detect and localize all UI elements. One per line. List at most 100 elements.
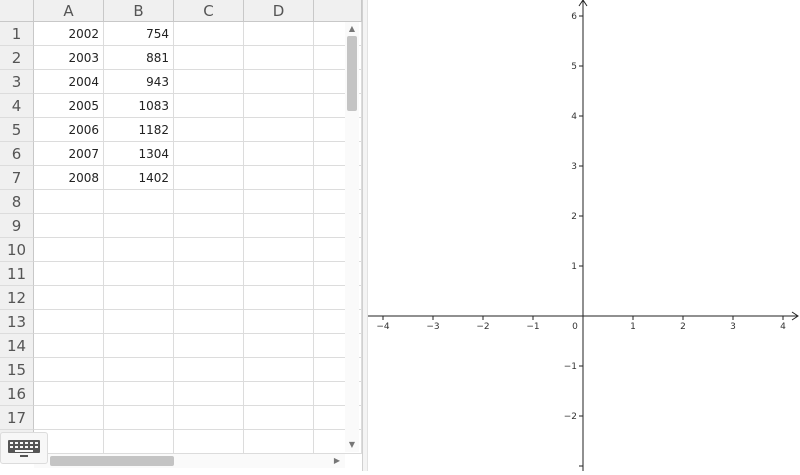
cell-c18[interactable]	[174, 430, 244, 454]
cell-a1[interactable]: 2002	[34, 22, 104, 46]
cell-c14[interactable]	[174, 334, 244, 358]
cell-c2[interactable]	[174, 46, 244, 70]
cell-c15[interactable]	[174, 358, 244, 382]
cell-d14[interactable]	[244, 334, 314, 358]
column-header-d[interactable]: D	[244, 0, 314, 22]
cell-b4[interactable]: 1083	[104, 94, 174, 118]
cell-b16[interactable]	[104, 382, 174, 406]
row-header-10[interactable]: 10	[0, 238, 34, 262]
cell-a3[interactable]: 2004	[34, 70, 104, 94]
cell-d10[interactable]	[244, 238, 314, 262]
row-header-15[interactable]: 15	[0, 358, 34, 382]
row-header-9[interactable]: 9	[0, 214, 34, 238]
cell-b15[interactable]	[104, 358, 174, 382]
cell-b1[interactable]: 754	[104, 22, 174, 46]
cell-a13[interactable]	[34, 310, 104, 334]
cell-d6[interactable]	[244, 142, 314, 166]
cell-b11[interactable]	[104, 262, 174, 286]
row-header-2[interactable]: 2	[0, 46, 34, 70]
cell-c13[interactable]	[174, 310, 244, 334]
cell-c9[interactable]	[174, 214, 244, 238]
cell-d12[interactable]	[244, 286, 314, 310]
cell-d2[interactable]	[244, 46, 314, 70]
horizontal-scrollbar[interactable]: ▶	[34, 454, 345, 468]
horizontal-scroll-thumb[interactable]	[50, 456, 174, 466]
row-header-3[interactable]: 3	[0, 70, 34, 94]
row-header-6[interactable]: 6	[0, 142, 34, 166]
cell-c6[interactable]	[174, 142, 244, 166]
graphics-view[interactable]: −4 −3 −2 −1 0 1 2 3 4 6 5 4 3 2 1 −1 −2	[368, 0, 800, 471]
cell-a8[interactable]	[34, 190, 104, 214]
cell-a5[interactable]: 2006	[34, 118, 104, 142]
cell-c7[interactable]	[174, 166, 244, 190]
cell-d16[interactable]	[244, 382, 314, 406]
cell-b13[interactable]	[104, 310, 174, 334]
cell-a15[interactable]	[34, 358, 104, 382]
cell-c4[interactable]	[174, 94, 244, 118]
column-header-b[interactable]: B	[104, 0, 174, 22]
cell-d15[interactable]	[244, 358, 314, 382]
scroll-up-arrow-icon[interactable]: ▲	[345, 22, 359, 36]
row-header-16[interactable]: 16	[0, 382, 34, 406]
cell-d4[interactable]	[244, 94, 314, 118]
cell-c16[interactable]	[174, 382, 244, 406]
cell-c5[interactable]	[174, 118, 244, 142]
row-header-1[interactable]: 1	[0, 22, 34, 46]
row-header-4[interactable]: 4	[0, 94, 34, 118]
cell-a6[interactable]: 2007	[34, 142, 104, 166]
cell-c3[interactable]	[174, 70, 244, 94]
cell-a4[interactable]: 2005	[34, 94, 104, 118]
cell-c12[interactable]	[174, 286, 244, 310]
cell-b5[interactable]: 1182	[104, 118, 174, 142]
row-header-11[interactable]: 11	[0, 262, 34, 286]
cell-d18[interactable]	[244, 430, 314, 454]
cell-d7[interactable]	[244, 166, 314, 190]
cell-c1[interactable]	[174, 22, 244, 46]
cell-b12[interactable]	[104, 286, 174, 310]
cell-d5[interactable]	[244, 118, 314, 142]
cell-a9[interactable]	[34, 214, 104, 238]
cell-a17[interactable]	[34, 406, 104, 430]
vertical-scrollbar[interactable]: ▲ ▼	[345, 22, 359, 452]
cell-b2[interactable]: 881	[104, 46, 174, 70]
keyboard-button[interactable]	[0, 432, 48, 464]
column-header-c[interactable]: C	[174, 0, 244, 22]
row-header-7[interactable]: 7	[0, 166, 34, 190]
cell-a7[interactable]: 2008	[34, 166, 104, 190]
cell-a10[interactable]	[34, 238, 104, 262]
cell-b7[interactable]: 1402	[104, 166, 174, 190]
cell-a12[interactable]	[34, 286, 104, 310]
vertical-scroll-thumb[interactable]	[347, 36, 357, 111]
cell-b8[interactable]	[104, 190, 174, 214]
column-header-a[interactable]: A	[34, 0, 104, 22]
select-all-corner[interactable]	[0, 0, 34, 22]
cell-b3[interactable]: 943	[104, 70, 174, 94]
cell-b17[interactable]	[104, 406, 174, 430]
cell-b6[interactable]: 1304	[104, 142, 174, 166]
cell-b10[interactable]	[104, 238, 174, 262]
cell-b14[interactable]	[104, 334, 174, 358]
cell-c11[interactable]	[174, 262, 244, 286]
cell-d11[interactable]	[244, 262, 314, 286]
row-header-13[interactable]: 13	[0, 310, 34, 334]
cell-d3[interactable]	[244, 70, 314, 94]
row-header-14[interactable]: 14	[0, 334, 34, 358]
cell-d8[interactable]	[244, 190, 314, 214]
row-header-17[interactable]: 17	[0, 406, 34, 430]
cell-a14[interactable]	[34, 334, 104, 358]
column-header-next[interactable]	[314, 0, 362, 22]
cell-c8[interactable]	[174, 190, 244, 214]
scroll-right-arrow-icon[interactable]: ▶	[330, 454, 344, 468]
row-header-8[interactable]: 8	[0, 190, 34, 214]
cell-a2[interactable]: 2003	[34, 46, 104, 70]
spreadsheet-view[interactable]: ABCD 2002 754 2003 881 2004 943 2005 1083 2006 11…	[0, 0, 362, 471]
cell-d17[interactable]	[244, 406, 314, 430]
cell-d1[interactable]	[244, 22, 314, 46]
cell-c17[interactable]	[174, 406, 244, 430]
scroll-down-arrow-icon[interactable]: ▼	[345, 438, 359, 452]
cell-a11[interactable]	[34, 262, 104, 286]
cell-d13[interactable]	[244, 310, 314, 334]
cell-b9[interactable]	[104, 214, 174, 238]
cell-d9[interactable]	[244, 214, 314, 238]
row-header-12[interactable]: 12	[0, 286, 34, 310]
